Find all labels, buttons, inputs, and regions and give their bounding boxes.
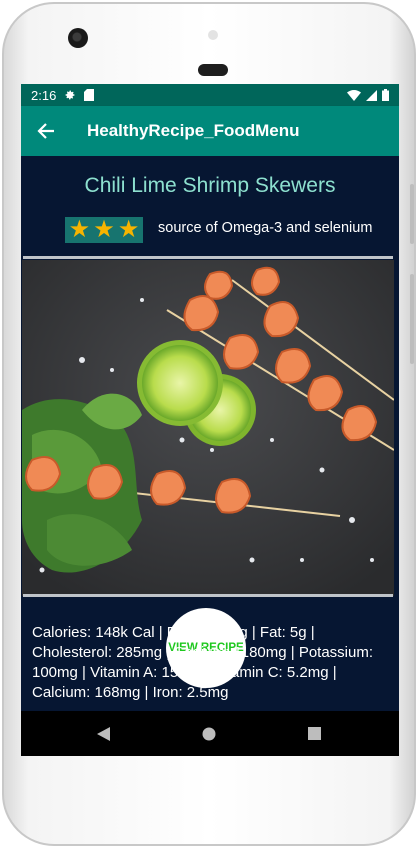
rating-bar: ★ ★ ★: [65, 217, 143, 243]
signal-icon: [366, 89, 377, 101]
proximity-sensor: [208, 30, 218, 40]
power-button: [410, 184, 414, 244]
square-recents-icon: [307, 727, 321, 740]
earpiece-speaker: [198, 64, 228, 76]
divider: [23, 594, 393, 597]
nutrition-info: Calories: 148k Cal | Protein: 23g | Fat:…: [32, 624, 374, 701]
divider: [23, 256, 393, 259]
status-time: 2:16: [31, 87, 57, 103]
recipe-photo: [22, 260, 394, 596]
navigation-bar: [21, 711, 399, 756]
wifi-icon: [347, 89, 361, 101]
nav-home-button[interactable]: [189, 711, 229, 756]
front-camera: [68, 28, 88, 48]
star-icon: ★: [93, 216, 115, 243]
settings-icon: [65, 90, 75, 100]
screen: 2:16 HealthyRecipe_FoodMenu Chili Lime S…: [21, 84, 399, 756]
sd-card-icon: [84, 89, 95, 101]
rating-note: source of Omega-3 and selenium: [158, 220, 373, 236]
recipe-detail: Chili Lime Shrimp Skewers ★ ★ ★ source o…: [21, 156, 399, 711]
star-icon: ★: [68, 216, 91, 243]
back-button[interactable]: [21, 106, 71, 156]
status-bar: 2:16: [21, 84, 399, 106]
nav-recents-button[interactable]: [294, 711, 334, 756]
app-bar: HealthyRecipe_FoodMenu: [21, 106, 399, 156]
app-title: HealthyRecipe_FoodMenu: [87, 121, 300, 140]
volume-button: [410, 274, 414, 364]
circle-home-icon: [202, 727, 216, 740]
recipe-title: Chili Lime Shrimp Skewers: [84, 174, 336, 197]
star-icon: ★: [117, 216, 140, 243]
arrow-left-icon: [37, 123, 54, 139]
nav-back-button[interactable]: [84, 711, 124, 756]
battery-icon: [382, 89, 389, 101]
triangle-back-icon: [97, 726, 110, 741]
